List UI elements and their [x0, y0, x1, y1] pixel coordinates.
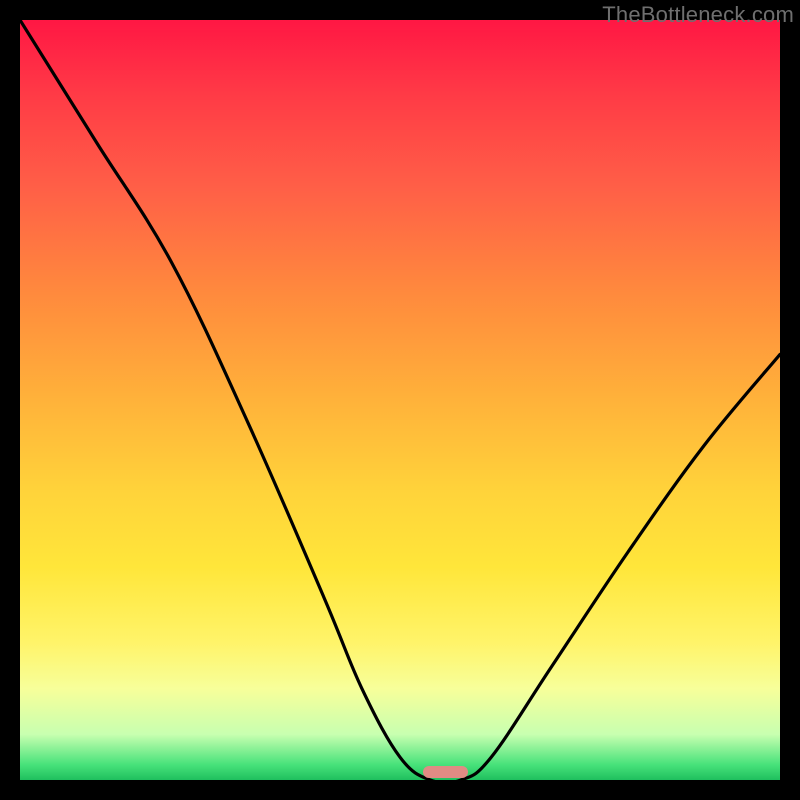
plot-area	[20, 20, 780, 780]
bottleneck-curve	[20, 20, 780, 780]
curve-path	[20, 20, 780, 780]
watermark-text: TheBottleneck.com	[602, 2, 794, 28]
chart-frame: TheBottleneck.com	[0, 0, 800, 800]
optimum-marker	[423, 766, 469, 778]
